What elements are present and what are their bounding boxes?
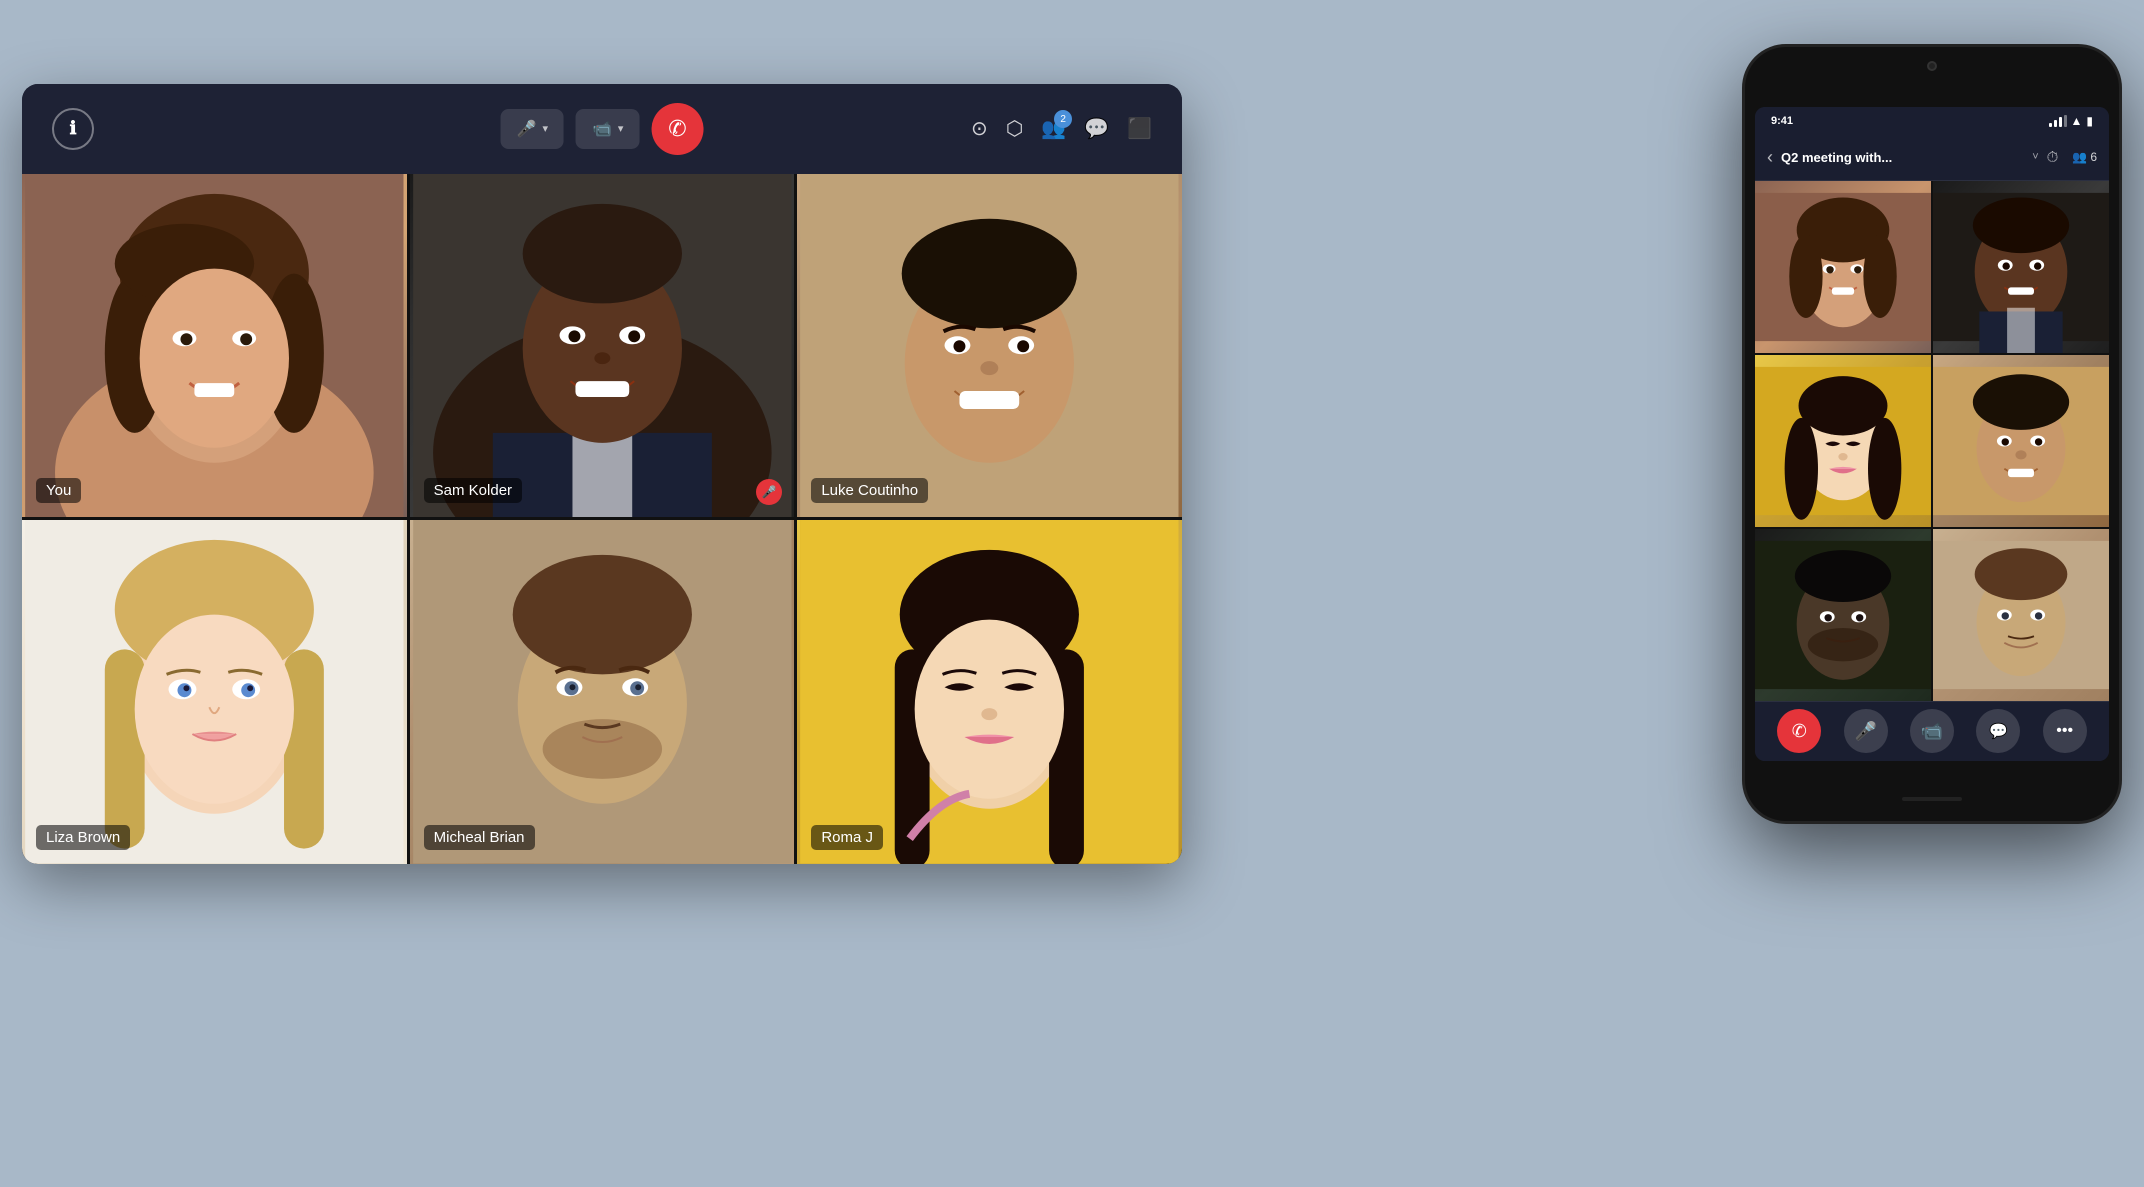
face-you [22,174,407,518]
meeting-title: Q2 meeting with... [1781,150,2024,165]
phone-mic-button[interactable]: 🎤 [1844,709,1888,753]
phone-face-4 [1933,355,2109,527]
chat-icon: 💬 [1084,116,1109,141]
more-options-button[interactable]: ⬛ [1127,116,1152,141]
back-button[interactable]: ‹ [1767,147,1773,168]
chat-button[interactable]: 💬 [1084,116,1109,141]
camera-icon: 📹 [592,119,612,139]
video-cell-luke: Luke Coutinho [797,174,1182,518]
record-button[interactable]: ⊙ [971,116,988,141]
toolbar-right: ⊙ ⬡ 👥 2 💬 ⬛ [971,116,1152,141]
face-luke [797,174,1182,518]
share-button[interactable]: ⬡ [1006,116,1023,141]
name-tag-roma: Roma J [811,825,883,850]
video-cell-micheal: Micheal Brian [410,520,795,864]
video-grid: You [22,174,1182,864]
name-tag-sam: Sam Kolder [424,478,522,503]
phone-cell-4 [1933,355,2109,527]
mic-chevron: ▾ [542,122,548,135]
phone-more-button[interactable]: ••• [2043,709,2087,753]
face-micheal [410,520,795,864]
phone-header-icons: ⏱ 👥 6 [2047,149,2097,166]
face-roma [797,520,1182,864]
phone-toolbar: ✆ 🎤 📹 💬 ••• [1755,701,2109,761]
participants-button[interactable]: 👥 2 [1041,116,1066,141]
face-liza [22,520,407,864]
phone-face-1 [1755,181,1931,353]
desktop-app: ℹ 🎤 ▾ 📹 ▾ ✆ ⊙ [22,84,1182,864]
phone-face-3 [1755,355,1931,527]
name-tag-luke: Luke Coutinho [811,478,928,503]
toolbar-center: 🎤 ▾ 📹 ▾ ✆ [501,103,704,155]
phone-end-call-button[interactable]: ✆ [1777,709,1821,753]
participant-number: 6 [2090,150,2097,164]
phone-cell-3 [1755,355,1931,527]
mic-button[interactable]: 🎤 ▾ [501,109,564,149]
phone-speaker [1902,797,1962,801]
phone-face-5 [1755,529,1931,701]
scene: ℹ 🎤 ▾ 📹 ▾ ✆ ⊙ [22,44,2122,1144]
mic-icon: 🎤 [517,119,537,139]
name-tag-you: You [36,478,81,503]
signal-icon [2049,115,2067,127]
face-sam [410,174,795,518]
phone-face-6 [1933,529,2109,701]
end-call-button[interactable]: ✆ [651,103,703,155]
phone-more-icon: ••• [2056,722,2073,740]
cam-chevron: ▾ [618,122,624,135]
video-cell-liza: Liza Brown [22,520,407,864]
camera-button[interactable]: 📹 ▾ [576,109,639,149]
toolbar-left: ℹ [52,108,94,150]
status-time: 9:41 [1771,115,1793,127]
phone-cell-6 [1933,529,2109,701]
end-call-icon: ✆ [668,116,686,142]
phone-video-grid [1755,181,2109,701]
desktop-toolbar: ℹ 🎤 ▾ 📹 ▾ ✆ ⊙ [22,84,1182,174]
info-button[interactable]: ℹ [52,108,94,150]
participants-icon: 👥 [2072,150,2087,164]
participants-badge: 2 [1054,110,1072,128]
timer-icon: ⏱ [2047,149,2059,166]
video-cell-sam: Sam Kolder 🎤 [410,174,795,518]
status-icons: ▲ ▮ [2049,114,2094,128]
wifi-icon: ▲ [2071,114,2083,128]
phone-face-2 [1933,181,2109,353]
phone-screen: 9:41 ▲ ▮ ‹ Q2 meeting with... ˅ [1755,107,2109,761]
phone-chat-icon: 💬 [1989,722,2008,740]
phone-cell-2 [1933,181,2109,353]
phone-camera-button[interactable]: 📹 [1910,709,1954,753]
phone-chat-button[interactable]: 💬 [1976,709,2020,753]
phone-status-bar: 9:41 ▲ ▮ [1755,107,2109,135]
name-tag-liza: Liza Brown [36,825,130,850]
phone-header: ‹ Q2 meeting with... ˅ ⏱ 👥 6 [1755,135,2109,181]
phone-cam-icon: 📹 [1921,721,1943,742]
phone-camera [1927,61,1937,71]
video-cell-roma: Roma J [797,520,1182,864]
participant-count: 👥 6 [2072,150,2097,164]
phone-cell-5 [1755,529,1931,701]
phone-mic-icon: 🎤 [1854,721,1876,742]
phone: 9:41 ▲ ▮ ‹ Q2 meeting with... ˅ [1742,44,2122,824]
name-tag-micheal: Micheal Brian [424,825,535,850]
record-icon: ⊙ [971,116,988,141]
info-icon: ℹ [70,118,77,139]
title-chevron-icon: ˅ [2032,151,2038,163]
battery-icon: ▮ [2086,114,2093,128]
more-icon: ⬛ [1127,116,1152,141]
share-icon: ⬡ [1006,116,1023,141]
video-cell-you: You [22,174,407,518]
phone-end-call-icon: ✆ [1792,721,1807,742]
phone-cell-1 [1755,181,1931,353]
